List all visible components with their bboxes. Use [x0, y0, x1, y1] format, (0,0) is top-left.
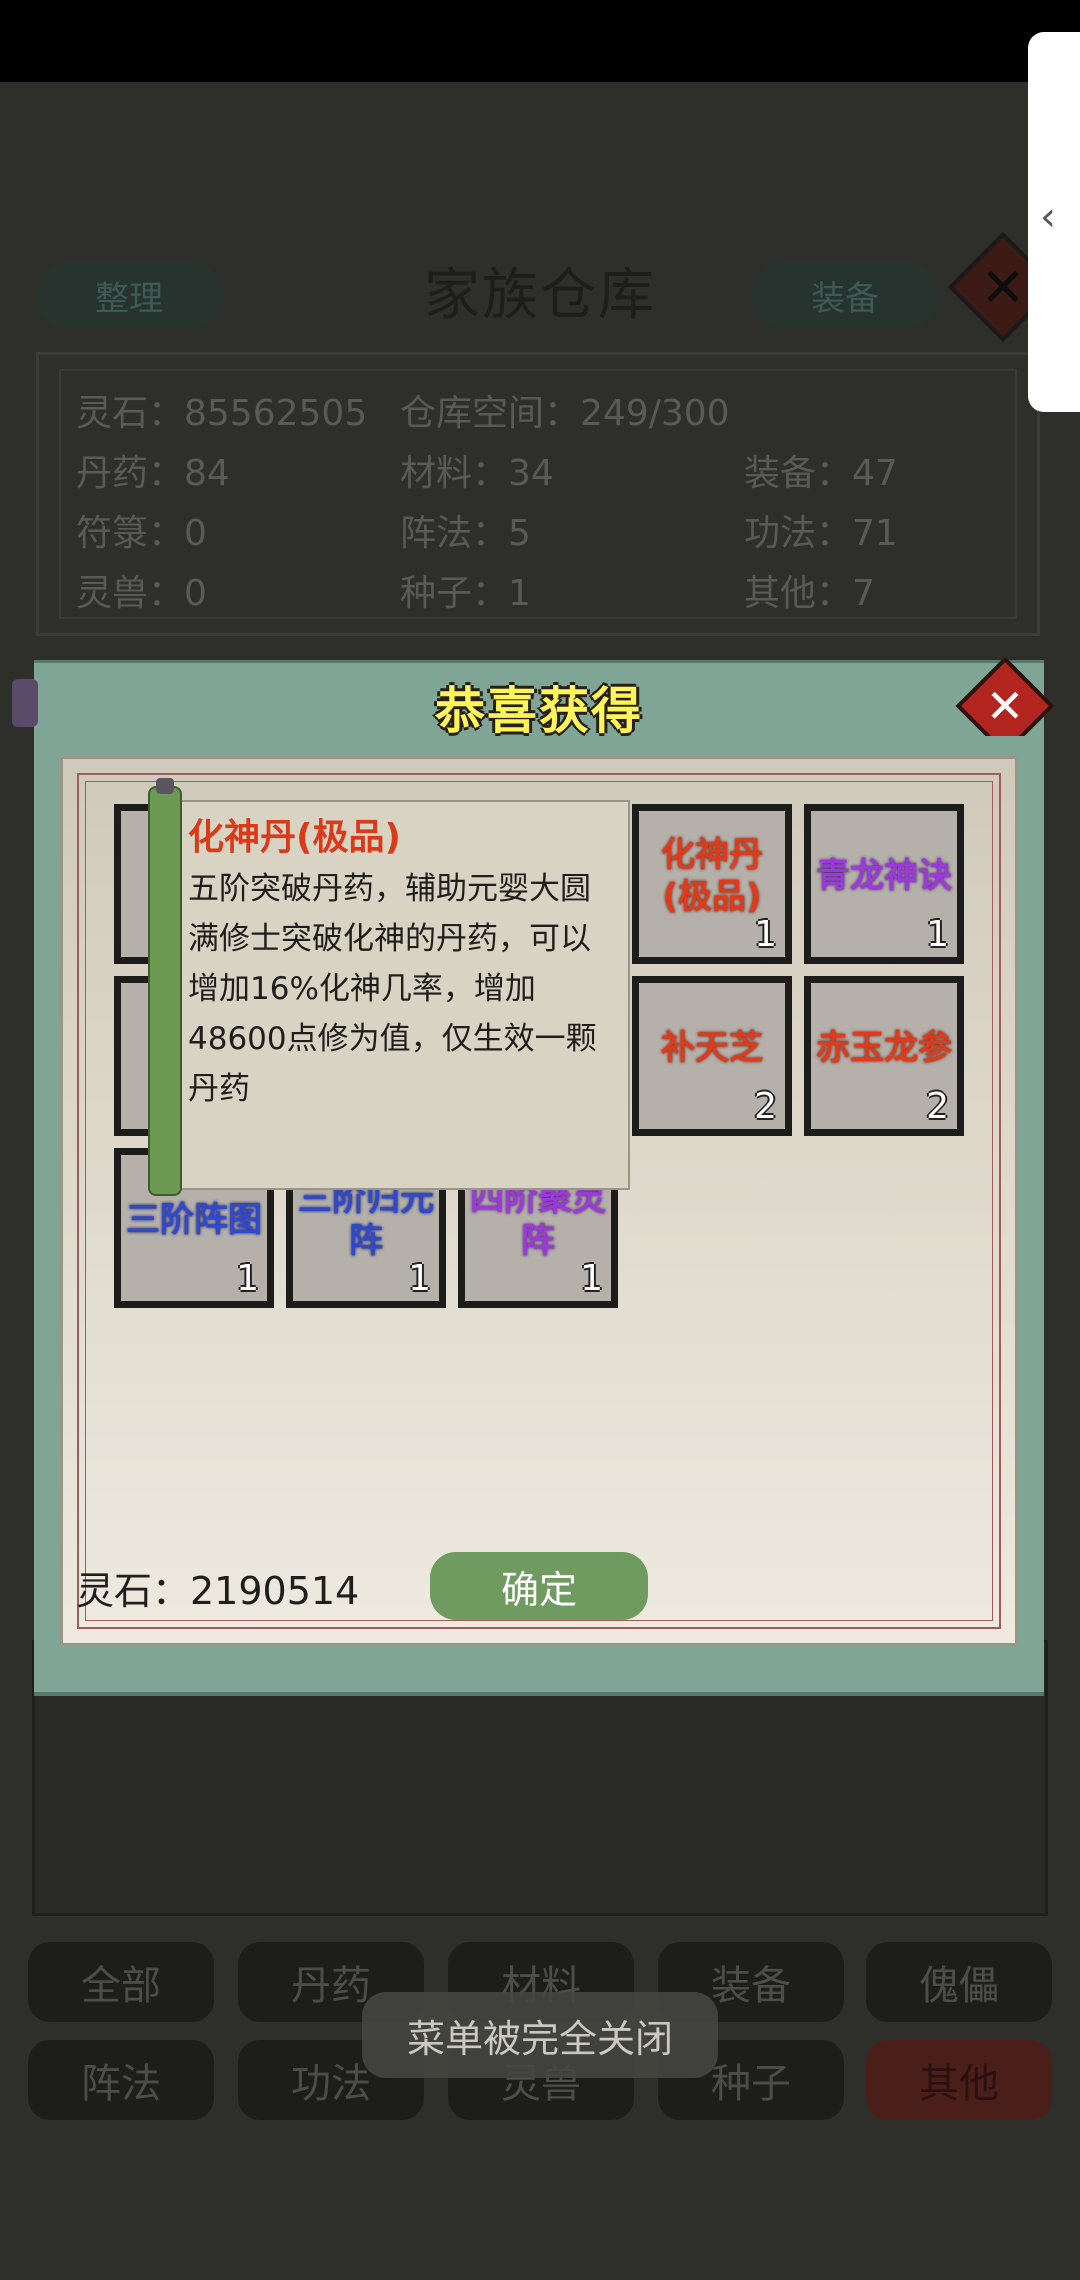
- stat-storage: 仓库空间：249/300: [400, 393, 730, 434]
- item-count: 1: [754, 914, 777, 955]
- reward-dialog-title: 恭喜获得: [435, 682, 643, 740]
- item-tooltip: 化神丹(极品) 五阶突破丹药，辅助元婴大圆满修士突破化神的丹药，可以增加16%化…: [150, 800, 630, 1190]
- tab-all[interactable]: 全部: [28, 1942, 214, 2022]
- tab-others[interactable]: 其他: [866, 2040, 1052, 2120]
- tab-puppets[interactable]: 傀儡: [866, 1942, 1052, 2022]
- item-name: 青龙神诀: [816, 856, 952, 896]
- item-count: 1: [408, 1258, 431, 1299]
- item-name: 化神丹(极品): [661, 835, 763, 917]
- stat-seeds: 种子：1: [400, 573, 531, 614]
- item-count: 2: [926, 1086, 949, 1127]
- stat-techniques: 功法：71: [744, 513, 898, 554]
- item-count: 1: [926, 914, 949, 955]
- stat-equipment: 装备：47: [744, 453, 898, 494]
- item-count: 1: [580, 1258, 603, 1299]
- toast-message: 菜单被完全关闭: [362, 1992, 718, 2078]
- stat-formations: 阵法：5: [400, 513, 531, 554]
- equip-button[interactable]: 装备: [752, 262, 938, 328]
- reward-item[interactable]: 化神丹(极品) 1: [632, 804, 792, 964]
- stat-beasts: 灵兽：0: [76, 573, 207, 614]
- reward-item[interactable]: 补天芝 2: [632, 976, 792, 1136]
- tooltip-scroll-cap: [156, 778, 174, 794]
- chevron-left-icon: ‹: [1040, 194, 1056, 240]
- close-icon: ✕: [985, 679, 1025, 733]
- reward-spirit-stone: 灵石：2190514: [76, 1569, 360, 1613]
- warehouse-title: 家族仓库: [424, 263, 656, 328]
- tooltip-scroll-rod: [148, 786, 182, 1196]
- item-name: 赤玉龙参: [816, 1028, 952, 1068]
- reward-item[interactable]: 青龙神诀 1: [804, 804, 964, 964]
- status-bar: [0, 0, 1080, 82]
- stat-talismans: 符箓：0: [76, 513, 207, 554]
- stat-others: 其他：7: [744, 573, 875, 614]
- reward-dialog-header: 恭喜获得 ✕: [12, 656, 1055, 756]
- reward-item[interactable]: 赤玉龙参 2: [804, 976, 964, 1136]
- side-drawer-handle[interactable]: ‹: [1028, 32, 1080, 412]
- stat-spirit-stone: 灵石：85562505: [76, 393, 368, 434]
- tab-formations[interactable]: 阵法: [28, 2040, 214, 2120]
- stat-pills: 丹药：84: [76, 453, 230, 494]
- stat-materials: 材料：34: [400, 453, 554, 494]
- tooltip-description: 五阶突破丹药，辅助元婴大圆满修士突破化神的丹药，可以增加16%化神几率，增加48…: [188, 871, 597, 1107]
- sort-button[interactable]: 整理: [36, 262, 222, 328]
- item-count: 2: [754, 1086, 777, 1127]
- tooltip-title: 化神丹(极品): [188, 817, 401, 858]
- confirm-button[interactable]: 确定: [430, 1552, 648, 1620]
- reward-dialog-bottom-edge: [34, 1670, 1044, 1696]
- item-name: 补天芝: [661, 1028, 763, 1068]
- item-count: 1: [236, 1258, 259, 1299]
